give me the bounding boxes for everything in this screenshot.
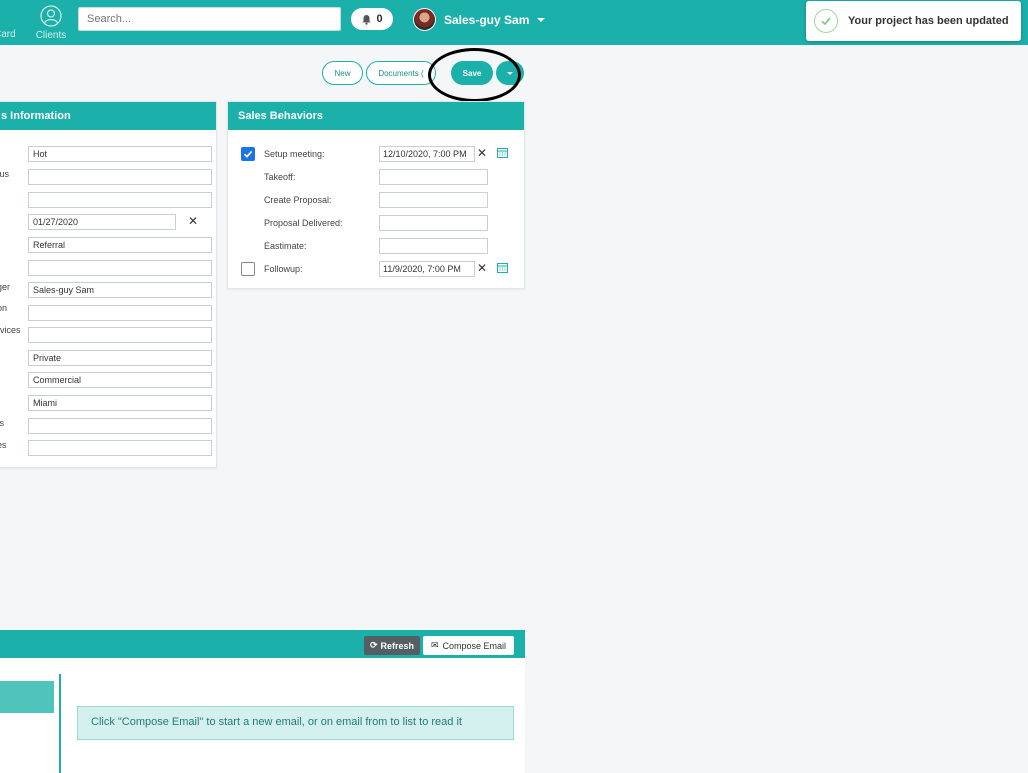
- field-label: ts: [0, 418, 5, 428]
- field-label: on: [0, 303, 8, 313]
- toast-message: Your project has been updated: [848, 15, 1009, 27]
- field-input[interactable]: [28, 418, 212, 434]
- field-input[interactable]: [28, 192, 212, 208]
- refresh-icon: ⟳: [369, 640, 378, 650]
- behavior-row: Takeoff:: [228, 169, 526, 185]
- behavior-label: Create Proposal:: [264, 195, 332, 205]
- refresh-label: Refresh: [380, 640, 415, 651]
- bell-icon: [362, 14, 372, 25]
- user-name: Sales-guy Sam: [444, 12, 530, 27]
- user-menu[interactable]: Sales-guy Sam: [413, 8, 546, 31]
- field-input[interactable]: [28, 440, 212, 456]
- new-button[interactable]: New: [322, 61, 363, 85]
- user-icon: [40, 5, 62, 27]
- behavior-row: Create Proposal:: [228, 192, 526, 208]
- field-label: es: [0, 440, 7, 450]
- refresh-button[interactable]: ⟳ Refresh: [364, 636, 420, 655]
- envelope-icon: ✉: [430, 640, 439, 650]
- datetime-input[interactable]: 11/9/2020, 7:00 PM: [379, 261, 475, 277]
- avatar: [413, 8, 436, 31]
- field-input[interactable]: Referral: [28, 237, 212, 253]
- compose-email-label: Compose Email: [442, 640, 507, 651]
- check-circle-icon: [814, 9, 838, 33]
- search-input[interactable]: [78, 7, 341, 31]
- panel-title: s Information: [0, 102, 216, 130]
- datetime-input[interactable]: [379, 169, 488, 185]
- field-input[interactable]: [28, 169, 212, 185]
- divider: [59, 674, 61, 773]
- close-icon[interactable]: ✕: [188, 214, 198, 228]
- email-info-message: Click "Compose Email" to start a new ema…: [77, 706, 514, 740]
- field-label: rvices: [0, 325, 21, 335]
- followup-checkbox[interactable]: [241, 262, 255, 276]
- nav-card[interactable]: Card: [0, 29, 16, 40]
- field-input[interactable]: Commercial: [28, 372, 212, 388]
- field-label: tus: [0, 169, 10, 179]
- behavior-label: Setup meeting:: [264, 149, 325, 159]
- notifications-count: 0: [376, 13, 383, 25]
- calendar-icon[interactable]: [497, 262, 508, 273]
- behavior-row: Proposal Delivered:: [228, 215, 526, 231]
- calendar-icon[interactable]: [497, 147, 508, 158]
- behavior-label: Proposal Delivered:: [264, 218, 343, 228]
- project-information-panel: s Information Hot tus 01/27/2020 ✕ Refer…: [0, 101, 217, 468]
- field-input[interactable]: [28, 327, 212, 343]
- datetime-input[interactable]: [379, 238, 488, 254]
- field-input[interactable]: [28, 305, 212, 321]
- field-input[interactable]: Hot: [28, 146, 212, 162]
- behavior-row: Followup: 11/9/2020, 7:00 PM ✕: [228, 261, 526, 277]
- datetime-input[interactable]: 12/10/2020, 7:00 PM: [379, 146, 475, 162]
- behavior-row: Setup meeting: 12/10/2020, 7:00 PM ✕: [228, 146, 526, 162]
- behavior-label: Eastimate:: [264, 241, 307, 251]
- field-input[interactable]: [28, 260, 212, 276]
- setup-meeting-checkbox[interactable]: [241, 147, 255, 161]
- date-input[interactable]: 01/27/2020: [28, 214, 176, 230]
- datetime-input[interactable]: [379, 192, 488, 208]
- toast-notification: Your project has been updated: [806, 1, 1021, 41]
- field-label: ger: [0, 282, 11, 292]
- nav-clients-label: Clients: [35, 30, 67, 41]
- documents-button[interactable]: Documents (: [366, 61, 436, 85]
- nav-card-label: Card: [0, 29, 16, 40]
- behavior-label: Followup:: [264, 264, 303, 274]
- close-icon[interactable]: ✕: [477, 146, 487, 160]
- close-icon[interactable]: ✕: [477, 261, 487, 275]
- new-button-label: New: [334, 68, 351, 78]
- field-input[interactable]: Sales-guy Sam: [28, 282, 212, 298]
- sales-behaviors-panel: Sales Behaviors Setup meeting: 12/10/202…: [227, 101, 525, 289]
- behavior-row: Eastimate:: [228, 238, 526, 254]
- field-input[interactable]: Private: [28, 350, 212, 366]
- nav-clients[interactable]: Clients: [34, 5, 68, 41]
- behavior-label: Takeoff:: [264, 172, 296, 182]
- chevron-down-icon: [537, 17, 546, 22]
- email-folder-tab[interactable]: [0, 681, 54, 713]
- annotation-circle: [428, 48, 521, 102]
- documents-button-label: Documents (: [378, 68, 424, 78]
- panel-title: Sales Behaviors: [228, 102, 524, 130]
- check-icon: [243, 150, 253, 158]
- field-input[interactable]: Miami: [28, 395, 212, 411]
- notifications-button[interactable]: 0: [351, 8, 393, 30]
- datetime-input[interactable]: [379, 215, 488, 231]
- compose-email-button[interactable]: ✉ Compose Email: [423, 636, 514, 655]
